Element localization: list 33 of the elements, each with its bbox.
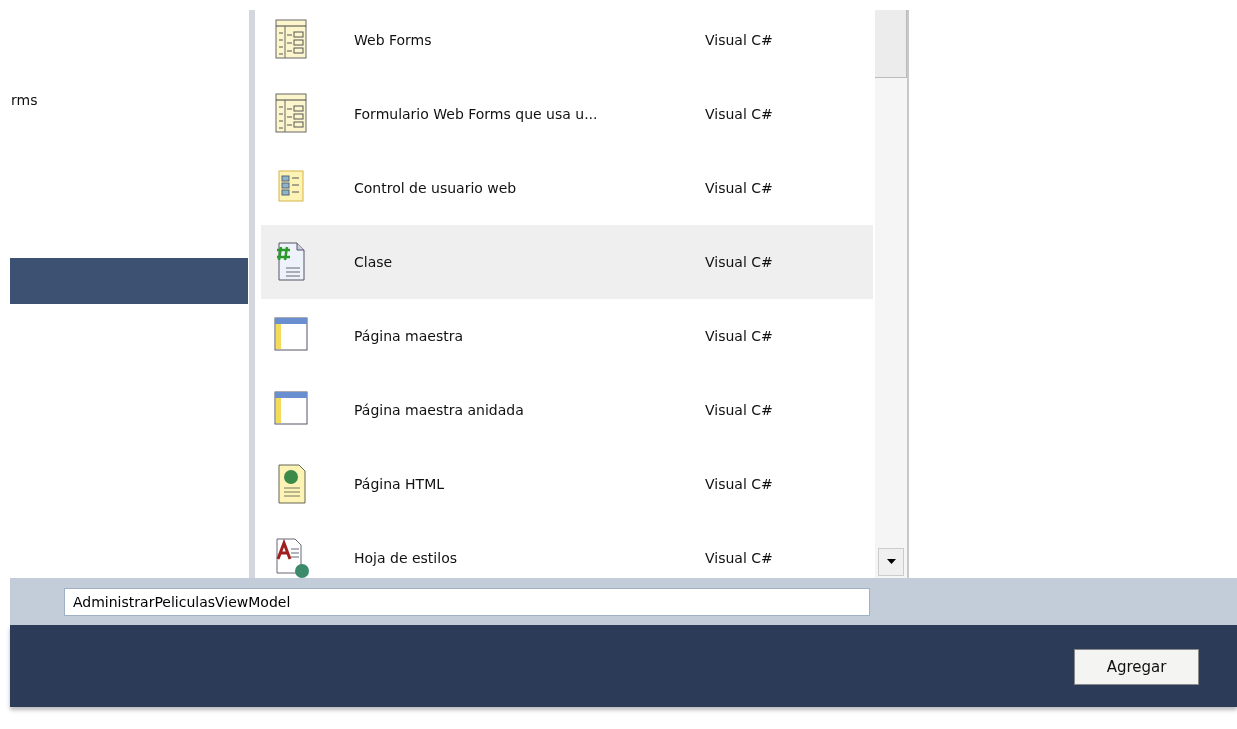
template-item[interactable]: Página HTML Visual C# (261, 447, 873, 521)
scrollbar[interactable] (875, 10, 909, 578)
template-language: Visual C# (705, 402, 773, 418)
template-name: Página HTML (354, 476, 446, 492)
template-item[interactable]: Página maestra anidada Visual C# (261, 373, 873, 447)
category-item[interactable]: rms (10, 88, 248, 112)
template-language: Visual C# (705, 180, 773, 196)
add-button[interactable]: Agregar (1074, 649, 1199, 685)
scrollbar-thumb[interactable] (875, 10, 907, 78)
template-item[interactable]: Hoja de estilos Visual C# (261, 521, 873, 578)
template-item[interactable]: Clase Visual C# (261, 225, 873, 299)
template-language: Visual C# (705, 476, 773, 492)
template-item[interactable]: Web Forms Visual C# (261, 10, 873, 77)
template-item[interactable]: Formulario Web Forms que usa u... Visual C# (261, 77, 873, 151)
template-item[interactable]: Página maestra Visual C# (261, 299, 873, 373)
template-language: Visual C# (705, 106, 773, 122)
template-language: Visual C# (705, 328, 773, 344)
scroll-down-button[interactable] (878, 548, 904, 576)
down-arrow-icon (886, 559, 896, 565)
template-language: Visual C# (705, 32, 773, 48)
letter-document-icon (273, 537, 311, 578)
template-name: Página maestra anidada (354, 402, 525, 418)
selected-category-highlight[interactable] (10, 258, 248, 304)
name-field[interactable]: AdministrarPeliculasViewModel (64, 587, 870, 616)
template-name: Control de usuario web (354, 180, 518, 196)
template-name: Página maestra (354, 328, 465, 344)
template-name: Web Forms (354, 32, 433, 48)
template-language: Visual C# (705, 254, 773, 270)
template-language: Visual C# (705, 550, 773, 566)
template-name: Hoja de estilos (354, 550, 458, 566)
template-item[interactable]: Control de usuario web Visual C# (261, 151, 873, 225)
template-name: Formulario Web Forms que usa u... (354, 106, 599, 122)
template-name: Clase (354, 254, 394, 270)
